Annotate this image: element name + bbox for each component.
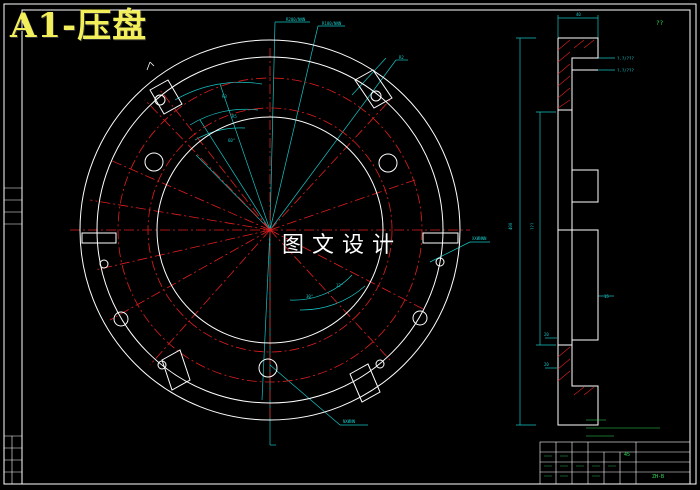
svg-text:R180/NNN: R180/NNN <box>322 21 342 26</box>
watermark-text: 图文设计 <box>282 233 403 258</box>
svg-text:40: 40 <box>576 12 581 17</box>
cursor-mark <box>146 61 155 71</box>
svg-text:XXØNNN: XXØNNN <box>472 236 487 241</box>
svg-text:?.?/???: ?.?/??? <box>617 68 634 73</box>
side-view: 40 ?.?/??? ?.?/??? 15 20 20 400 ??? <box>508 12 634 426</box>
material-value: 45 <box>624 452 631 458</box>
svg-text:R2: R2 <box>399 55 404 60</box>
svg-text:30°: 30° <box>306 294 313 299</box>
title-block <box>539 441 691 485</box>
left-strip <box>4 187 22 484</box>
svg-text:???: ??? <box>530 222 535 230</box>
svg-text:?.?/???: ?.?/??? <box>617 56 634 61</box>
svg-text:R200/NNN: R200/NNN <box>286 17 306 22</box>
svg-text:R3: R3 <box>222 94 227 99</box>
svg-text:20: 20 <box>544 362 549 367</box>
svg-text:12°: 12° <box>336 283 343 288</box>
svg-text:15: 15 <box>604 294 609 299</box>
svg-text:20: 20 <box>544 332 549 337</box>
title-block-fill <box>544 455 616 477</box>
drawing-number: ZH-B <box>652 474 665 480</box>
corner-mark: ?? <box>656 20 664 27</box>
svg-text:NXØNN: NXØNN <box>343 419 356 424</box>
svg-text:60°: 60° <box>228 138 235 143</box>
svg-text:R5: R5 <box>232 114 237 119</box>
tech-notes <box>586 419 660 437</box>
svg-text:400: 400 <box>508 222 513 230</box>
drawing-title: A1-压盘 <box>10 6 148 46</box>
